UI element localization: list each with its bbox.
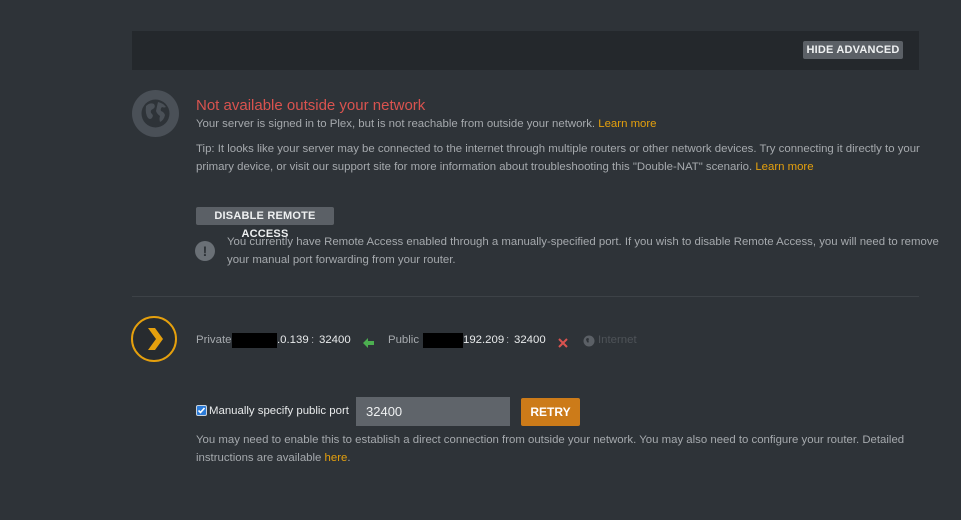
- arrow-left-icon: [363, 335, 375, 353]
- public-separator: :: [506, 334, 510, 346]
- tip-line-1: Tip: It looks like your server may be co…: [196, 143, 920, 155]
- x-icon: [558, 335, 568, 353]
- public-ip-redaction: [423, 333, 463, 348]
- manual-help-suffix: .: [347, 452, 351, 464]
- public-ip: 192.209: [463, 334, 505, 346]
- remote-notice-line-2: your manual port forwarding from your ro…: [227, 254, 456, 266]
- status-message: Your server is signed in to Plex, but is…: [196, 115, 657, 133]
- status-title: Not available outside your network: [196, 97, 426, 114]
- learn-more-link[interactable]: Learn more: [598, 118, 656, 130]
- manual-help-line-1: You may need to enable this to establish…: [196, 434, 905, 446]
- warning-icon: !: [195, 241, 215, 261]
- tip-text: primary device, or visit our support sit…: [196, 161, 753, 173]
- manual-help-line-2: instructions are available here.: [196, 449, 351, 467]
- private-port: 32400: [319, 334, 351, 346]
- public-port-input[interactable]: [356, 397, 510, 426]
- instructions-here-link[interactable]: here: [325, 452, 348, 464]
- public-port: 32400: [514, 334, 546, 346]
- private-separator: :: [311, 334, 315, 346]
- retry-button[interactable]: RETRY: [521, 398, 580, 426]
- manual-port-checkbox[interactable]: [196, 405, 207, 416]
- private-ip-redaction: [232, 333, 277, 348]
- manual-help-text: instructions are available: [196, 452, 322, 464]
- private-ip: .0.139: [277, 334, 309, 346]
- internet-label: Internet: [598, 334, 637, 346]
- disable-remote-access-button[interactable]: DISABLE REMOTE ACCESS: [196, 207, 334, 240]
- tip-line-2: primary device, or visit our support sit…: [196, 158, 814, 176]
- hide-advanced-button[interactable]: HIDE ADVANCED: [803, 41, 903, 59]
- globe-icon: [132, 90, 179, 137]
- section-divider: [132, 296, 919, 297]
- advanced-toolbar: [132, 31, 919, 70]
- private-label: Private: [196, 334, 232, 346]
- manual-port-label[interactable]: Manually specify public port: [209, 402, 349, 420]
- tip-learn-more-link[interactable]: Learn more: [755, 161, 813, 173]
- status-message-text: Your server is signed in to Plex, but is…: [196, 118, 596, 130]
- plex-chevron-icon: [131, 316, 177, 362]
- public-label: Public: [388, 334, 420, 346]
- remote-notice-line-1: You currently have Remote Access enabled…: [227, 236, 939, 248]
- internet-globe-icon: [583, 334, 595, 352]
